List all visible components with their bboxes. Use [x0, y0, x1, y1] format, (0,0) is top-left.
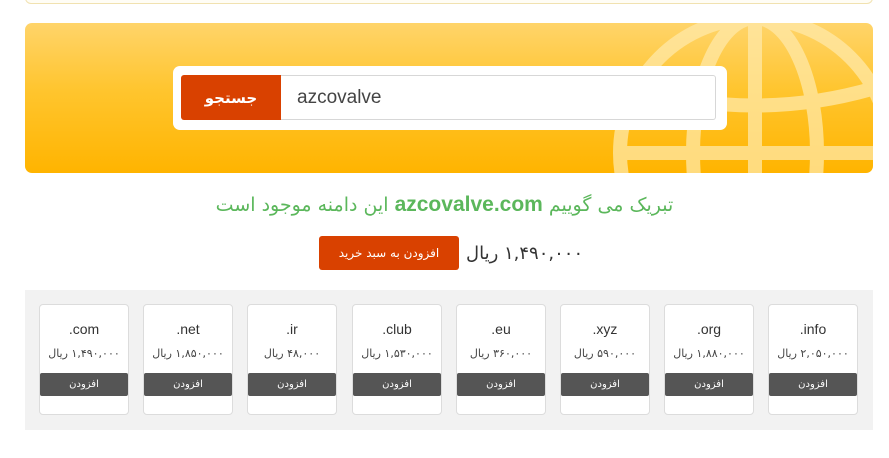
tld-add-button[interactable]: افزودن: [457, 373, 545, 396]
top-panel-edge: [25, 0, 873, 4]
tld-card: .info ۲,۰۵۰,۰۰۰ ریال افزودن: [768, 304, 858, 415]
tld-name: .ir: [286, 321, 298, 337]
congrats-prefix: تبریک می گوییم: [548, 194, 674, 216]
tld-name: .xyz: [592, 321, 618, 337]
availability-message: تبریک می گوییم azcovalve.com این دامنه م…: [0, 193, 889, 217]
tld-suggestions: .com ۱,۴۹۰,۰۰۰ ریال افزودن .net ۱,۸۵۰,۰۰…: [25, 290, 873, 430]
tld-price: ۱,۸۸۰,۰۰۰ ریال: [673, 347, 745, 360]
tld-name: .net: [176, 321, 200, 337]
tld-price: ۲,۰۵۰,۰۰۰ ریال: [777, 347, 849, 360]
tld-card: .xyz ۵۹۰,۰۰۰ ریال افزودن: [560, 304, 650, 415]
tld-name: .com: [68, 321, 100, 337]
tld-add-button[interactable]: افزودن: [40, 373, 128, 396]
tld-add-button[interactable]: افزودن: [144, 373, 232, 396]
tld-name: .org: [696, 321, 722, 337]
congrats-suffix: این دامنه موجود است: [215, 194, 389, 216]
tld-add-button[interactable]: افزودن: [353, 373, 441, 396]
tld-price: ۳۶۰,۰۰۰ ریال: [469, 347, 533, 360]
add-to-cart-button[interactable]: افزودن به سبد خرید: [319, 236, 459, 270]
tld-card: .ir ۴۸,۰۰۰ ریال افزودن: [247, 304, 337, 415]
tld-name: .club: [382, 321, 412, 337]
available-domain: azcovalve.com: [394, 193, 543, 216]
tld-add-button[interactable]: افزودن: [769, 373, 857, 396]
tld-price: ۵۹۰,۰۰۰ ریال: [573, 347, 637, 360]
tld-add-button[interactable]: افزودن: [665, 373, 753, 396]
tld-name: .info: [799, 321, 827, 337]
tld-add-button[interactable]: افزودن: [561, 373, 649, 396]
tld-add-button[interactable]: افزودن: [248, 373, 336, 396]
search-box: جستجو: [173, 66, 727, 130]
tld-price: ۴۸,۰۰۰ ریال: [263, 347, 321, 360]
tld-card: .eu ۳۶۰,۰۰۰ ریال افزودن: [456, 304, 546, 415]
tld-card: .net ۱,۸۵۰,۰۰۰ ریال افزودن: [143, 304, 233, 415]
tld-price: ۱,۵۳۰,۰۰۰ ریال: [361, 347, 433, 360]
price-row: افزودن به سبد خرید ۱,۴۹۰,۰۰۰ ریال: [319, 236, 583, 270]
search-button[interactable]: جستجو: [181, 75, 281, 120]
domain-price: ۱,۴۹۰,۰۰۰ ریال: [466, 242, 584, 264]
tld-card: .club ۱,۵۳۰,۰۰۰ ریال افزودن: [352, 304, 442, 415]
tld-card: .org ۱,۸۸۰,۰۰۰ ریال افزودن: [664, 304, 754, 415]
tld-name: .eu: [491, 321, 511, 337]
search-hero: جستجو: [25, 23, 873, 173]
search-input[interactable]: [281, 75, 716, 120]
tld-price: ۱,۴۹۰,۰۰۰ ریال: [48, 347, 120, 360]
tld-price: ۱,۸۵۰,۰۰۰ ریال: [152, 347, 224, 360]
tld-card: .com ۱,۴۹۰,۰۰۰ ریال افزودن: [39, 304, 129, 415]
